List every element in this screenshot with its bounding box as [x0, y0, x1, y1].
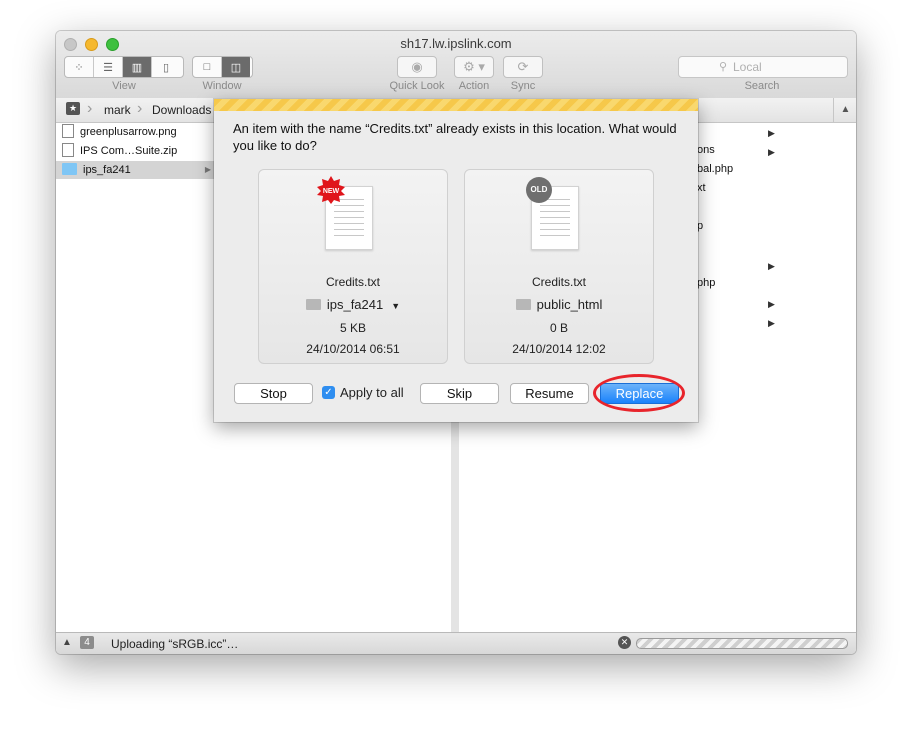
list-view-button[interactable]: ☰ [94, 57, 123, 77]
gear-icon: ⚙ ▾ [463, 59, 485, 74]
new-badge-icon: NEW [317, 176, 345, 204]
chevron-right-icon: ▶ [768, 128, 775, 138]
new-badge-label: NEW [323, 188, 340, 195]
file-name: IPS Com…Suite.zip [80, 145, 178, 157]
new-folder-name: ips_fa241 [326, 297, 384, 312]
icon-view-button[interactable]: ⁘ [65, 57, 94, 77]
search-placeholder: Local [733, 60, 762, 74]
dual-pane-button[interactable]: ◫ [222, 57, 250, 77]
apply-to-all-label[interactable]: Apply to all [340, 385, 404, 400]
view-label: View [112, 80, 136, 92]
status-bar: ▲ 4 Uploading “sRGB.icc”… ✕ [56, 632, 856, 654]
left-file-column: greenplusarrow.png IPS Com…Suite.zip ips… [56, 123, 216, 632]
action-label: Action [458, 80, 490, 92]
new-file-name: Credits.txt [325, 275, 380, 289]
search-field[interactable]: ⚲ Local [678, 56, 848, 78]
highlight-ring [593, 374, 685, 412]
file-name-partial[interactable]: php [697, 277, 715, 289]
list-item[interactable]: IPS Com…Suite.zip [62, 142, 177, 160]
chevron-right-icon: ▶ [768, 299, 775, 309]
right-empty-column [779, 123, 856, 632]
apply-to-all-checkbox[interactable]: ✓ [322, 386, 335, 399]
sync-label: Sync [510, 80, 536, 92]
eject-icon[interactable]: ▲ [833, 98, 856, 122]
progress-bar [636, 638, 848, 649]
quick-look-button[interactable]: ◉ [397, 56, 437, 78]
file-name-partial[interactable]: ons [697, 144, 715, 156]
breadcrumb-mark[interactable]: mark [104, 103, 131, 117]
new-file-size: 5 KB [339, 321, 366, 335]
single-pane-button[interactable]: □ [193, 57, 222, 77]
new-file-folder[interactable]: ips_fa241 ▼ [259, 297, 447, 312]
quick-look-label: Quick Look [389, 80, 445, 92]
file-name-partial[interactable]: bal.php [697, 163, 733, 175]
chevron-right-icon: ▶ [768, 318, 775, 328]
window-title: sh17.lw.ipslink.com [400, 36, 512, 51]
folder-icon [305, 299, 321, 310]
favorites-icon[interactable]: ★ [66, 102, 80, 115]
stop-button[interactable]: Stop [234, 383, 313, 404]
file-name: greenplusarrow.png [80, 126, 177, 138]
search-label: Search [744, 80, 780, 92]
old-badge-icon: OLD [526, 177, 552, 203]
status-message: Uploading “sRGB.icc”… [111, 637, 239, 651]
chevron-right-icon: ▶ [768, 261, 775, 271]
new-item-card: NEW Credits.txt ips_fa241 ▼ 5 KB 24/10/20… [258, 169, 448, 364]
folder-icon [515, 299, 531, 310]
chevron-down-icon: ▼ [391, 301, 401, 311]
cancel-transfer-icon[interactable]: ✕ [618, 636, 631, 649]
window-segmented-control: □ ◫ [192, 56, 253, 78]
search-icon: ⚲ [719, 61, 728, 73]
image-file-icon [62, 124, 74, 138]
old-file-date: 24/10/2014 12:02 [512, 342, 606, 356]
view-segmented-control: ⁘ ☰ ▥ ▯ [64, 56, 184, 78]
column-view-button[interactable]: ▥ [123, 57, 152, 77]
action-button[interactable]: ⚙ ▾ [454, 56, 494, 78]
file-name-partial[interactable]: xt [697, 182, 706, 194]
breadcrumb-downloads[interactable]: Downloads [152, 103, 211, 117]
sync-button[interactable]: ⟳ [503, 56, 543, 78]
folder-icon [62, 163, 77, 175]
old-item-card: Credits.txt public_html 0 B 24/10/2014 1… [464, 169, 654, 364]
skip-button[interactable]: Skip [420, 383, 499, 404]
replace-file-dialog: An item with the name “Credits.txt” alre… [214, 99, 698, 422]
eye-icon: ◉ [411, 59, 423, 74]
zip-file-icon [62, 143, 74, 157]
dialog-message: An item with the name “Credits.txt” alre… [233, 121, 677, 153]
chevron-right-icon: › [87, 100, 93, 117]
new-file-date: 24/10/2014 06:51 [306, 342, 400, 356]
toolbar: sh17.lw.ipslink.com ⁘ ☰ ▥ ▯ View □ ◫ Win… [56, 31, 856, 99]
resume-button[interactable]: Resume [510, 383, 589, 404]
chevron-right-icon: ▶ [768, 147, 775, 157]
transfer-count-badge: 4 [80, 636, 94, 649]
triangle-up-icon[interactable]: ▲ [62, 637, 72, 648]
old-file-size: 0 B [549, 321, 568, 335]
chevron-right-icon: › [137, 100, 143, 117]
list-item[interactable]: greenplusarrow.png [62, 123, 177, 141]
old-file-name: Credits.txt [531, 275, 586, 289]
list-item-selected[interactable]: ips_fa241 ▶ [56, 161, 215, 179]
window-label: Window [202, 80, 242, 92]
chevron-right-icon: ▶ [204, 165, 211, 174]
dialog-stripe [214, 99, 698, 111]
folder-name: ips_fa241 [83, 164, 131, 176]
old-file-folder: public_html [465, 297, 653, 312]
sync-icon: ⟳ [517, 59, 529, 74]
coverflow-view-button[interactable]: ▯ [152, 57, 180, 77]
old-folder-name: public_html [536, 297, 603, 312]
